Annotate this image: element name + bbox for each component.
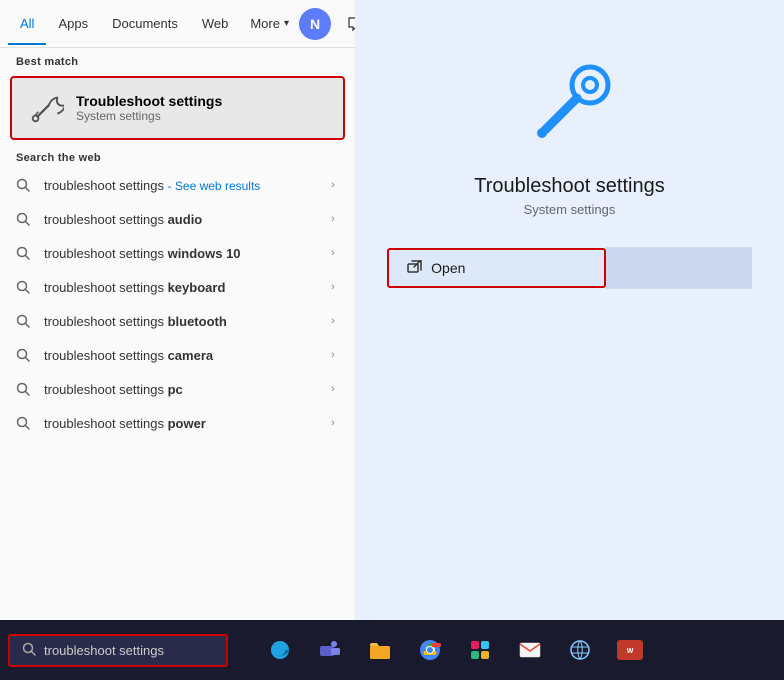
avatar[interactable]: N xyxy=(299,8,331,40)
suggestion-bold: camera xyxy=(168,348,214,363)
tab-bar: All Apps Documents Web More ▾ N ··· ✕ xyxy=(0,0,355,48)
suggestion-item[interactable]: troubleshoot settings power › xyxy=(0,406,355,440)
edge-icon[interactable] xyxy=(258,628,302,672)
gmail-icon[interactable] xyxy=(508,628,552,672)
suggestion-item[interactable]: troubleshoot settings bluetooth › xyxy=(0,304,355,338)
tab-apps[interactable]: Apps xyxy=(46,2,100,45)
open-button-row: Open xyxy=(387,247,752,289)
wrench-icon xyxy=(26,88,66,128)
search-icon xyxy=(14,278,32,296)
best-match-label: Best match xyxy=(0,48,355,72)
best-match-subtitle: System settings xyxy=(76,109,222,123)
search-icon xyxy=(14,414,32,432)
chevron-right-icon: › xyxy=(325,313,341,329)
watermark-icon: W xyxy=(608,628,652,672)
network-icon[interactable] xyxy=(558,628,602,672)
best-match-text: Troubleshoot settings System settings xyxy=(76,93,222,123)
right-panel-subtitle: System settings xyxy=(524,202,616,217)
search-icon xyxy=(14,210,32,228)
open-button-label: Open xyxy=(431,260,465,276)
slack-icon[interactable] xyxy=(458,628,502,672)
right-panel: Troubleshoot settings System settings Op… xyxy=(355,0,784,620)
suggestion-text: troubleshoot settings pc xyxy=(44,382,325,397)
suggestion-item[interactable]: troubleshoot settings windows 10 › xyxy=(0,236,355,270)
chevron-right-icon: › xyxy=(325,177,341,193)
suggestion-bold: pc xyxy=(168,382,183,397)
suggestion-bold: windows 10 xyxy=(168,246,241,261)
suggestion-text: troubleshoot settings camera xyxy=(44,348,325,363)
taskbar-search-text: troubleshoot settings xyxy=(44,643,164,658)
suggestion-text: troubleshoot settings windows 10 xyxy=(44,246,325,261)
taskbar-search[interactable]: troubleshoot settings xyxy=(8,634,228,667)
suggestion-text: troubleshoot settings - See web results xyxy=(44,178,325,193)
suggestion-item[interactable]: troubleshoot settings pc › xyxy=(0,372,355,406)
chevron-right-icon: › xyxy=(325,279,341,295)
chevron-right-icon: › xyxy=(325,347,341,363)
chevron-right-icon: › xyxy=(325,245,341,261)
taskbar-icons: W xyxy=(258,628,652,672)
suggestion-bold: keyboard xyxy=(168,280,226,295)
see-web-results-link[interactable]: - See web results xyxy=(168,179,261,193)
suggestion-bold: power xyxy=(168,416,206,431)
chevron-down-icon: ▾ xyxy=(284,18,289,29)
chrome-icon[interactable] xyxy=(408,628,452,672)
suggestion-text: troubleshoot settings power xyxy=(44,416,325,431)
suggestion-text: troubleshoot settings audio xyxy=(44,212,325,227)
tab-more[interactable]: More ▾ xyxy=(240,2,299,45)
svg-text:W: W xyxy=(627,648,634,655)
file-explorer-icon[interactable] xyxy=(358,628,402,672)
chevron-right-icon: › xyxy=(325,381,341,397)
search-icon xyxy=(22,642,36,659)
search-icon xyxy=(14,176,32,194)
best-match-item[interactable]: Troubleshoot settings System settings xyxy=(10,76,345,140)
search-icon xyxy=(14,380,32,398)
suggestion-bold: bluetooth xyxy=(168,314,227,329)
teams-icon[interactable] xyxy=(308,628,352,672)
taskbar: troubleshoot settings xyxy=(0,620,784,680)
suggestion-bold: audio xyxy=(168,212,203,227)
tab-all[interactable]: All xyxy=(8,2,46,45)
suggestion-text: troubleshoot settings keyboard xyxy=(44,280,325,295)
search-web-label: Search the web xyxy=(0,144,355,168)
tab-documents[interactable]: Documents xyxy=(100,2,190,45)
suggestion-text: troubleshoot settings bluetooth xyxy=(44,314,325,329)
tab-web[interactable]: Web xyxy=(190,2,241,45)
right-panel-title: Troubleshoot settings xyxy=(474,175,664,198)
suggestion-item[interactable]: troubleshoot settings - See web results … xyxy=(0,168,355,202)
suggestion-item[interactable]: troubleshoot settings camera › xyxy=(0,338,355,372)
search-icon xyxy=(14,244,32,262)
open-button-extension xyxy=(606,247,752,289)
wrench-large-icon xyxy=(525,60,615,155)
suggestion-item[interactable]: troubleshoot settings audio › xyxy=(0,202,355,236)
chevron-right-icon: › xyxy=(325,415,341,431)
best-match-title: Troubleshoot settings xyxy=(76,93,222,109)
open-icon xyxy=(407,260,423,276)
open-button[interactable]: Open xyxy=(387,248,606,288)
search-icon xyxy=(14,312,32,330)
chevron-right-icon: › xyxy=(325,211,341,227)
search-icon xyxy=(14,346,32,364)
suggestion-item[interactable]: troubleshoot settings keyboard › xyxy=(0,270,355,304)
search-panel: All Apps Documents Web More ▾ N ··· ✕ Be… xyxy=(0,0,355,620)
